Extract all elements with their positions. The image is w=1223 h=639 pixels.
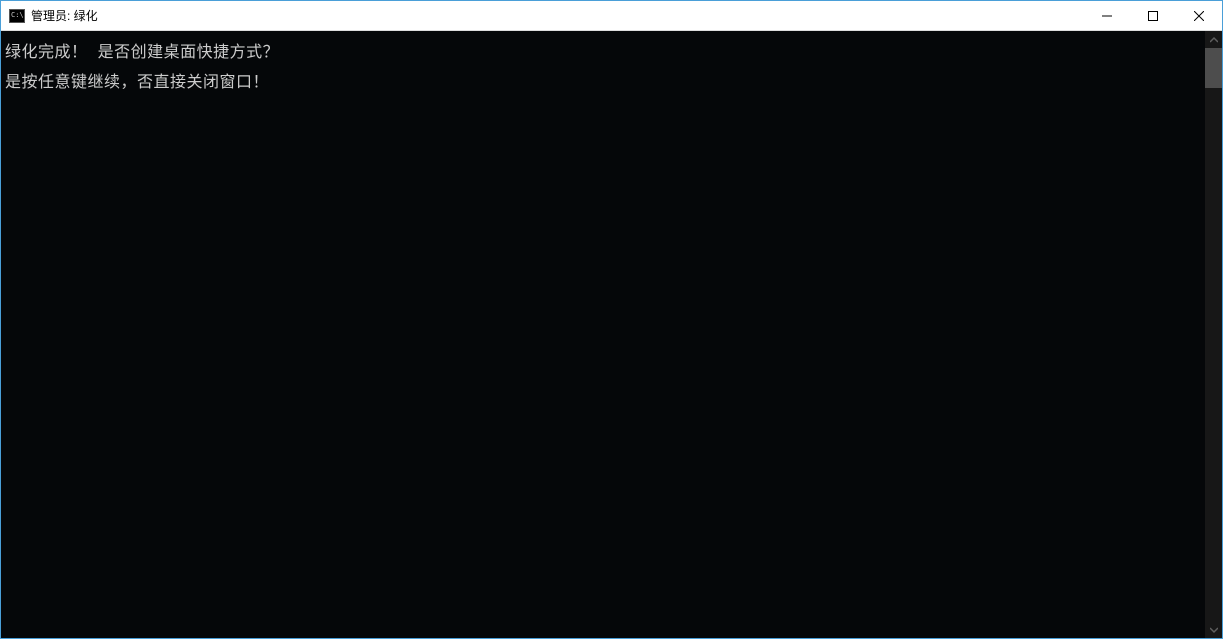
- close-button[interactable]: [1176, 1, 1222, 30]
- chevron-down-icon: [1210, 626, 1218, 634]
- titlebar[interactable]: 管理员: 绿化: [1, 1, 1222, 31]
- console-line: 是按任意键继续，否直接关闭窗口！: [5, 67, 1205, 97]
- scroll-track[interactable]: [1205, 48, 1222, 621]
- close-icon: [1194, 11, 1204, 21]
- console-line: 绿化完成！ 是否创建桌面快捷方式？: [5, 37, 1205, 67]
- scroll-up-button[interactable]: [1205, 31, 1222, 48]
- maximize-icon: [1148, 11, 1158, 21]
- vertical-scrollbar[interactable]: [1205, 31, 1222, 638]
- console-area: 绿化完成！ 是否创建桌面快捷方式？ 是按任意键继续，否直接关闭窗口！: [1, 31, 1222, 638]
- window-title: 管理员: 绿化: [31, 7, 1084, 24]
- scroll-down-button[interactable]: [1205, 621, 1222, 638]
- minimize-button[interactable]: [1084, 1, 1130, 30]
- window-controls: [1084, 1, 1222, 30]
- minimize-icon: [1102, 11, 1112, 21]
- scroll-thumb[interactable]: [1205, 48, 1222, 88]
- maximize-button[interactable]: [1130, 1, 1176, 30]
- console-content[interactable]: 绿化完成！ 是否创建桌面快捷方式？ 是按任意键继续，否直接关闭窗口！: [1, 31, 1205, 638]
- console-window: 管理员: 绿化 绿化完成！ 是否创建桌面快捷方式？: [0, 0, 1223, 639]
- cmd-icon: [9, 9, 25, 23]
- chevron-up-icon: [1210, 36, 1218, 44]
